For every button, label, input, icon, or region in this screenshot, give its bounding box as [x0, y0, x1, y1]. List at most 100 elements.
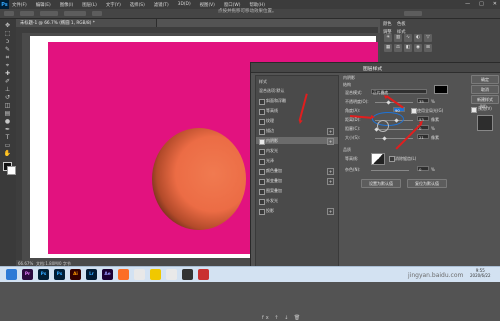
hue-icon[interactable]: ▦ [384, 44, 392, 52]
taskbar-app-icon[interactable]: Lr [86, 269, 97, 280]
style-checkbox[interactable] [259, 188, 265, 195]
style-item[interactable]: 图案叠加 [256, 187, 338, 195]
menu-view[interactable]: 视图(V) [200, 2, 215, 8]
style-item[interactable]: 投影 + [256, 207, 338, 215]
option-toggle[interactable] [92, 11, 102, 16]
add-style-icon[interactable]: + [327, 138, 334, 145]
tab-color[interactable]: 颜色 [383, 21, 392, 27]
crop-tool-icon[interactable]: ⌗ [3, 54, 12, 61]
list-footer-icons[interactable]: fx ↑ ↓ 🗑 [262, 315, 302, 321]
brightness-icon[interactable]: ☀ [384, 34, 392, 42]
menu-help[interactable]: 帮助(H) [249, 2, 265, 8]
type-tool-icon[interactable]: T [3, 134, 12, 141]
stamp-tool-icon[interactable]: ⊥ [3, 86, 12, 93]
quick-select-tool-icon[interactable]: ✎ [3, 46, 12, 53]
opacity-knob[interactable] [386, 99, 391, 105]
taskbar-app-icon[interactable]: Ps [54, 269, 65, 280]
cancel-button[interactable]: 取消 [471, 85, 499, 94]
new-style-button[interactable]: 新建样式(W)... [471, 95, 499, 109]
exposure-icon[interactable]: ◐ [414, 34, 422, 42]
menu-file[interactable]: 文件(F) [12, 2, 27, 8]
style-item[interactable]: 渐变叠加 + [256, 177, 338, 185]
size-input[interactable]: 21 [417, 134, 429, 140]
preview-checkbox[interactable] [471, 107, 477, 113]
taskbar-app-icon[interactable] [182, 269, 193, 280]
menu-type[interactable]: 文字(Y) [106, 2, 121, 8]
taskbar-app-icon[interactable] [118, 269, 129, 280]
style-checkbox[interactable] [259, 128, 265, 135]
add-style-icon[interactable]: + [327, 128, 334, 135]
healing-tool-icon[interactable]: ✚ [3, 70, 12, 77]
blend-mode-select[interactable]: 正片叠底 [371, 89, 427, 95]
angle-dial[interactable] [377, 120, 389, 132]
menu-select[interactable]: 选择(S) [130, 2, 145, 8]
taskbar-app-icon[interactable]: Ps [38, 269, 49, 280]
preview-label[interactable]: 预览(V) [478, 106, 492, 112]
option-dropdown-1[interactable] [20, 11, 34, 16]
menu-window[interactable]: 窗口(W) [224, 2, 241, 8]
style-checkbox[interactable] [259, 148, 265, 155]
noise-slider[interactable] [371, 169, 409, 171]
taskbar-app-icon[interactable] [166, 269, 177, 280]
mixer-icon[interactable]: ⊞ [424, 44, 432, 52]
system-clock[interactable]: 9:55 2020/6/22 [470, 268, 491, 278]
reset-default-button[interactable]: 复位为默认值 [407, 179, 447, 188]
eyedropper-tool-icon[interactable]: ⌖ [3, 62, 12, 69]
set-default-button[interactable]: 设置为默认值 [361, 179, 401, 188]
style-item[interactable]: 颜色叠加 + [256, 167, 338, 175]
taskbar-app-icon[interactable] [6, 269, 17, 280]
menu-layer[interactable]: 图层(L) [82, 2, 97, 8]
style-checkbox[interactable] [259, 118, 265, 125]
add-style-icon[interactable]: + [327, 208, 334, 215]
option-dropdown-2[interactable] [40, 11, 58, 16]
bw-icon[interactable]: ◧ [404, 44, 412, 52]
style-item[interactable]: 光泽 [256, 157, 338, 165]
style-checkbox[interactable] [259, 138, 265, 145]
menu-edit[interactable]: 编辑(E) [36, 2, 51, 8]
blur-tool-icon[interactable]: ● [3, 118, 12, 125]
style-checkbox[interactable] [259, 178, 265, 185]
style-item[interactable]: 内阴影 + [256, 137, 338, 145]
style-item[interactable]: 等高线 [256, 107, 338, 115]
styles-header[interactable]: 样式 [259, 79, 267, 85]
noise-input[interactable]: 0 [417, 166, 429, 172]
blend-options-item[interactable]: 混合选项:默认 [259, 88, 284, 94]
levels-icon[interactable]: ▥ [394, 34, 402, 42]
style-item[interactable]: 内发光 [256, 147, 338, 155]
taskbar-app-icon[interactable]: Ae [102, 269, 113, 280]
hand-tool-icon[interactable]: ✋ [3, 150, 12, 157]
document-tab[interactable]: 未标题-1 @ 66.7% (椭圆 1, RGB/8) * [16, 19, 157, 27]
size-knob[interactable] [382, 135, 387, 141]
marquee-tool-icon[interactable]: ⬚ [3, 30, 12, 37]
ok-button[interactable]: 确定 [471, 75, 499, 84]
background-color-swatch[interactable] [7, 166, 16, 175]
taskbar-app-icon[interactable]: Pr [22, 269, 33, 280]
history-brush-tool-icon[interactable]: ↺ [3, 94, 12, 101]
vibrance-icon[interactable]: ▽ [424, 34, 432, 42]
style-checkbox[interactable] [259, 98, 265, 105]
add-style-icon[interactable]: + [327, 178, 334, 185]
style-item[interactable]: 斜面和浮雕 [256, 97, 338, 105]
taskbar-app-icon[interactable] [198, 269, 209, 280]
workspace-switcher[interactable] [404, 11, 422, 16]
opacity-input[interactable]: 35 [417, 98, 429, 104]
zoom-level[interactable]: 66.67% [18, 261, 33, 266]
orange-sphere-shape[interactable] [152, 128, 246, 230]
tab-swatches[interactable]: 色板 [397, 21, 406, 27]
style-checkbox[interactable] [259, 108, 265, 115]
menu-image[interactable]: 图像(I) [60, 2, 74, 8]
tool-preset-picker[interactable] [4, 11, 14, 16]
option-dropdown-3[interactable] [64, 11, 86, 16]
menu-filter[interactable]: 滤镜(T) [154, 2, 169, 8]
shape-tool-icon[interactable]: ▭ [3, 142, 12, 149]
move-tool-icon[interactable]: ✥ [3, 22, 12, 29]
close-icon[interactable]: ✕ [493, 1, 497, 7]
curves-icon[interactable]: ∿ [404, 34, 412, 42]
style-item[interactable]: 描边 + [256, 127, 338, 135]
pen-tool-icon[interactable]: ✒ [3, 126, 12, 133]
add-style-icon[interactable]: + [327, 168, 334, 175]
maximize-icon[interactable]: □ [479, 1, 484, 7]
angle-input[interactable]: 90 [393, 107, 405, 113]
minimize-icon[interactable]: — [465, 1, 470, 7]
taskbar-app-icon[interactable]: Ai [70, 269, 81, 280]
